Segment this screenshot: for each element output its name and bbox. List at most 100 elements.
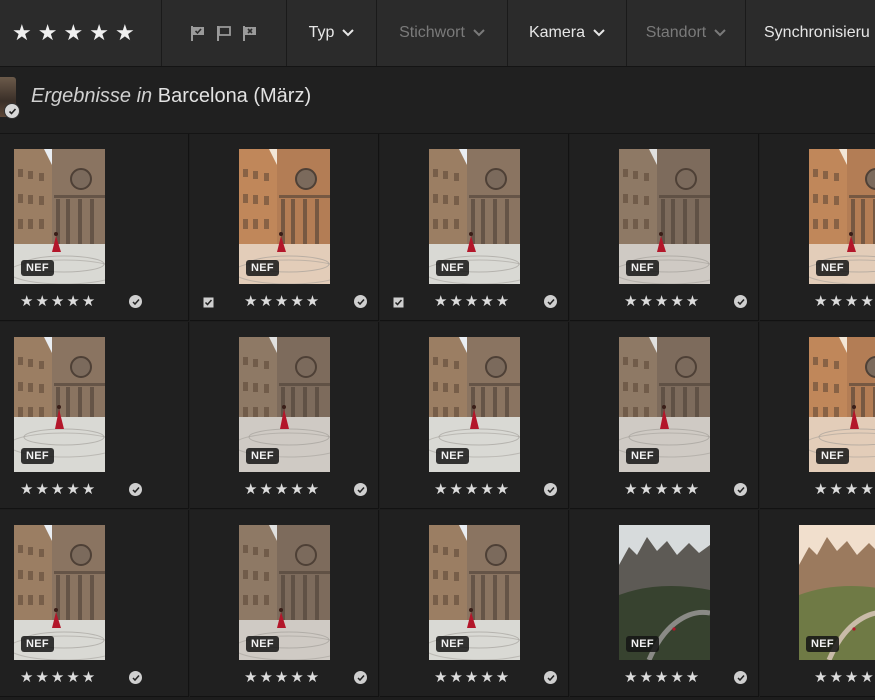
- file-type-badge: NEF: [806, 636, 839, 652]
- star-rating[interactable]: ★★★★★: [624, 668, 701, 686]
- location-dropdown[interactable]: Standort: [627, 0, 746, 66]
- photo-thumbnail[interactable]: NEF: [429, 149, 520, 284]
- filter-bar: ★ ★ ★ ★ ★ Typ Stichwort Kamera Standort …: [0, 0, 875, 67]
- synced-check-icon: [544, 295, 557, 308]
- photo-thumbnail[interactable]: NEF: [809, 149, 875, 284]
- photo-cell[interactable]: NEF ★★★★★: [190, 134, 379, 321]
- photo-thumbnail[interactable]: NEF: [799, 525, 875, 660]
- picked-flag-icon[interactable]: [393, 295, 404, 313]
- keyword-dropdown-label: Stichwort: [399, 24, 465, 41]
- star-rating[interactable]: ★★★★★: [244, 668, 321, 686]
- photo-cell[interactable]: NEF ★★★★★: [570, 322, 759, 509]
- photo-thumbnail[interactable]: NEF: [239, 525, 330, 660]
- file-type-badge: NEF: [436, 448, 469, 464]
- synced-check-icon: [734, 483, 747, 496]
- photo-thumbnail[interactable]: NEF: [239, 337, 330, 472]
- star-rating[interactable]: ★★★★★: [244, 292, 321, 310]
- photo-cell[interactable]: NEF ★★★★★: [570, 134, 759, 321]
- star-filter-2[interactable]: ★: [38, 22, 58, 44]
- file-type-badge: NEF: [436, 636, 469, 652]
- chevron-down-icon: [342, 29, 355, 37]
- photo-thumbnail[interactable]: NEF: [14, 149, 105, 284]
- star-filter-3[interactable]: ★: [63, 22, 83, 44]
- rejected-flag-icon[interactable]: [241, 24, 259, 42]
- star-rating[interactable]: ★★★★★: [20, 480, 97, 498]
- star-rating[interactable]: ★★★★★: [814, 668, 875, 686]
- photo-cell[interactable]: NEF ★★★★★: [760, 510, 875, 697]
- synced-check-icon: [129, 671, 142, 684]
- synced-check-icon: [354, 295, 367, 308]
- file-type-badge: NEF: [246, 260, 279, 276]
- file-type-badge: NEF: [816, 448, 849, 464]
- star-filter-1[interactable]: ★: [12, 22, 32, 44]
- type-dropdown[interactable]: Typ: [287, 0, 377, 66]
- star-rating[interactable]: ★★★★★: [244, 480, 321, 498]
- page-title: Ergebnisse in Barcelona (März): [31, 85, 311, 108]
- file-type-badge: NEF: [21, 636, 54, 652]
- photo-thumbnail[interactable]: NEF: [429, 337, 520, 472]
- star-filter-5[interactable]: ★: [115, 22, 135, 44]
- star-rating[interactable]: ★★★★★: [624, 292, 701, 310]
- keyword-dropdown[interactable]: Stichwort: [377, 0, 508, 66]
- file-type-badge: NEF: [21, 260, 54, 276]
- title-prefix: Ergebnisse in: [31, 85, 153, 107]
- chevron-down-icon: [473, 29, 485, 37]
- star-rating[interactable]: ★★★★★: [20, 292, 97, 310]
- flag-filter: [162, 0, 287, 66]
- synced-check-icon: [734, 295, 747, 308]
- photo-cell[interactable]: NEF ★★★★★: [760, 322, 875, 509]
- star-rating[interactable]: ★★★★★: [434, 292, 511, 310]
- camera-dropdown-label: Kamera: [528, 24, 586, 41]
- star-rating[interactable]: ★★★★★: [434, 480, 511, 498]
- star-rating[interactable]: ★★★★★: [624, 480, 701, 498]
- star-rating[interactable]: ★★★★★: [20, 668, 97, 686]
- photo-cell[interactable]: NEF ★★★★★: [190, 322, 379, 509]
- type-dropdown-label: Typ: [308, 24, 335, 41]
- sync-status[interactable]: Synchronisieru: [746, 0, 875, 66]
- synced-check-icon: [354, 671, 367, 684]
- file-type-badge: NEF: [246, 636, 279, 652]
- photo-cell[interactable]: NEF ★★★★★: [380, 134, 569, 321]
- photo-cell[interactable]: NEF ★★★★★: [380, 510, 569, 697]
- star-filter-4[interactable]: ★: [89, 22, 109, 44]
- picked-flag-icon[interactable]: [203, 295, 214, 313]
- star-rating[interactable]: ★★★★★: [434, 668, 511, 686]
- synced-check-icon: [544, 671, 557, 684]
- photo-thumbnail[interactable]: NEF: [619, 525, 710, 660]
- file-type-badge: NEF: [626, 260, 659, 276]
- synced-check-icon: [734, 671, 747, 684]
- synced-check-icon: [129, 295, 142, 308]
- star-rating[interactable]: ★★★★★: [814, 292, 875, 310]
- camera-dropdown[interactable]: Kamera: [508, 0, 627, 66]
- photo-cell[interactable]: NEF ★★★★★: [570, 510, 759, 697]
- file-type-badge: NEF: [816, 260, 849, 276]
- photo-cell[interactable]: NEF ★★★★★: [0, 134, 189, 321]
- photo-thumbnail[interactable]: NEF: [619, 337, 710, 472]
- album-name: Barcelona (März): [157, 85, 312, 107]
- photo-thumbnail[interactable]: NEF: [14, 525, 105, 660]
- unflagged-icon[interactable]: [215, 24, 233, 42]
- file-type-badge: NEF: [626, 636, 659, 652]
- photo-thumbnail[interactable]: NEF: [619, 149, 710, 284]
- star-rating[interactable]: ★★★★★: [814, 480, 875, 498]
- photo-thumbnail[interactable]: NEF: [809, 337, 875, 472]
- photo-thumbnail[interactable]: NEF: [429, 525, 520, 660]
- synced-check-icon: [544, 483, 557, 496]
- photo-cell[interactable]: NEF ★★★★★: [0, 322, 189, 509]
- location-dropdown-label: Standort: [645, 24, 707, 41]
- synced-check-icon: [129, 483, 142, 496]
- photo-cell[interactable]: NEF ★★★★★: [190, 510, 379, 697]
- photo-cell[interactable]: NEF ★★★★★: [760, 134, 875, 321]
- sync-label: Synchronisieru: [764, 24, 870, 41]
- file-type-badge: NEF: [246, 448, 279, 464]
- star-rating-filter[interactable]: ★ ★ ★ ★ ★: [0, 0, 162, 66]
- photo-cell[interactable]: NEF ★★★★★: [0, 510, 189, 697]
- synced-check-icon: [4, 103, 20, 119]
- photo-cell[interactable]: NEF ★★★★★: [380, 322, 569, 509]
- file-type-badge: NEF: [626, 448, 659, 464]
- photo-thumbnail[interactable]: NEF: [239, 149, 330, 284]
- results-header: Ergebnisse in Barcelona (März): [0, 67, 875, 134]
- synced-check-icon: [354, 483, 367, 496]
- picked-flag-icon[interactable]: [189, 24, 207, 42]
- photo-thumbnail[interactable]: NEF: [14, 337, 105, 472]
